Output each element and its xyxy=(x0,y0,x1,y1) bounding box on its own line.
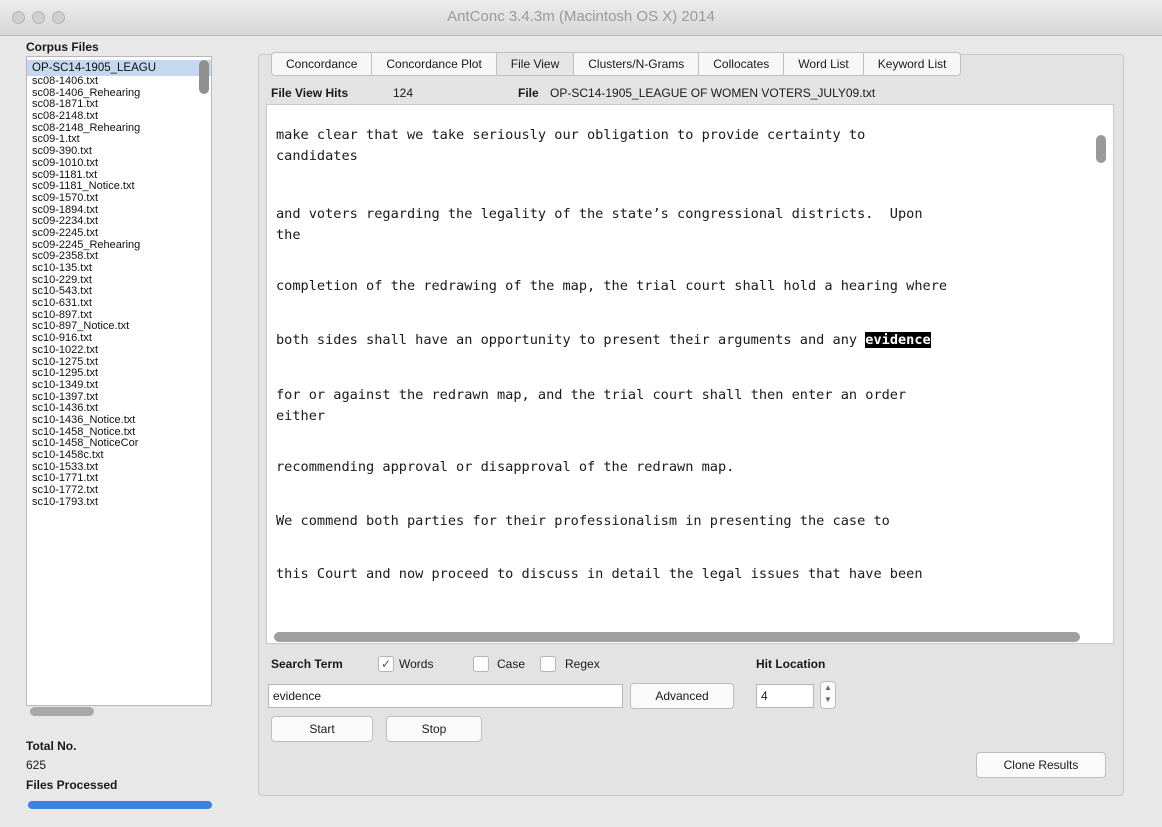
case-label: Case xyxy=(497,657,526,671)
file-list-item[interactable]: sc10-1772.txt xyxy=(27,485,211,497)
file-text-view[interactable]: make clear that we take seriously our ob… xyxy=(266,104,1114,644)
regex-checkbox[interactable] xyxy=(540,656,556,672)
file-list-item[interactable]: sc10-1436.txt xyxy=(27,403,211,415)
file-list-item[interactable]: sc10-1458c.txt xyxy=(27,450,211,462)
file-list-item[interactable]: sc10-897_Notice.txt xyxy=(27,321,211,333)
total-no-value: 625 xyxy=(26,758,47,772)
file-list-item[interactable]: sc09-1181_Notice.txt xyxy=(27,181,211,193)
text-line: for or against the redrawn map, and the … xyxy=(276,387,907,403)
title-bar: AntConc 3.4.3m (Macintosh OS X) 2014 xyxy=(0,0,1162,36)
file-list-item[interactable]: sc10-1436_Notice.txt xyxy=(27,415,211,427)
file-name-value: OP-SC14-1905_LEAGUE OF WOMEN VOTERS_JULY… xyxy=(550,86,876,100)
file-list-item[interactable]: sc10-1349.txt xyxy=(27,380,211,392)
file-list-item[interactable]: sc10-543.txt xyxy=(27,286,211,298)
file-list-item[interactable]: sc10-229.txt xyxy=(27,275,211,287)
file-list-item-selected[interactable]: OP-SC14-1905_LEAGU xyxy=(27,60,211,76)
file-list-item[interactable]: sc10-1458_NoticeCor xyxy=(27,438,211,450)
files-processed-progress-bar xyxy=(28,801,212,809)
search-term-label: Search Term xyxy=(271,657,343,671)
file-list-item[interactable]: sc10-1533.txt xyxy=(27,462,211,474)
file-list-item[interactable]: sc09-1894.txt xyxy=(27,205,211,217)
text-line: this Court and now proceed to discuss in… xyxy=(276,566,923,582)
file-view-hits-label: File View Hits xyxy=(271,86,349,100)
text-line: completion of the redrawing of the map, … xyxy=(276,278,948,294)
file-list-item[interactable]: sc10-135.txt xyxy=(27,263,211,275)
file-list-vertical-scrollbar[interactable] xyxy=(199,60,209,94)
file-list-item[interactable]: sc10-1397.txt xyxy=(27,392,211,404)
window-title: AntConc 3.4.3m (Macintosh OS X) 2014 xyxy=(447,8,715,25)
file-list-item[interactable]: sc09-2234.txt xyxy=(27,216,211,228)
total-no-label: Total No. xyxy=(26,739,77,753)
hit-location-input[interactable]: 4 xyxy=(756,684,814,708)
text-line: candidates xyxy=(276,148,358,164)
stepper-down-icon[interactable]: ▼ xyxy=(824,695,832,704)
case-checkbox[interactable] xyxy=(473,656,489,672)
file-list-item[interactable]: sc10-1458_Notice.txt xyxy=(27,427,211,439)
file-list-item[interactable]: sc10-1295.txt xyxy=(27,368,211,380)
file-list-item[interactable]: sc10-897.txt xyxy=(27,310,211,322)
tab-collocates[interactable]: Collocates xyxy=(699,52,785,76)
file-list-item[interactable]: sc09-1.txt xyxy=(27,134,211,146)
file-list-item[interactable]: sc09-2358.txt xyxy=(27,251,211,263)
words-label: Words xyxy=(399,657,434,671)
file-list-item[interactable]: sc08-2148.txt xyxy=(27,111,211,123)
file-list-item[interactable]: sc09-1181.txt xyxy=(27,170,211,182)
corpus-file-list[interactable]: OP-SC14-1905_LEAGU sc08-1406.txt sc08-1406… xyxy=(26,56,212,706)
file-list-item[interactable]: sc09-1570.txt xyxy=(27,193,211,205)
search-term-input[interactable]: evidence xyxy=(268,684,623,708)
file-list-horizontal-scrollbar[interactable] xyxy=(30,707,94,716)
file-list-item[interactable]: sc08-2148_Rehearing xyxy=(27,123,211,135)
file-list-item[interactable]: sc10-1022.txt xyxy=(27,345,211,357)
text-line: make clear that we take seriously our ob… xyxy=(276,127,866,143)
tab-file-view[interactable]: File View xyxy=(496,52,575,76)
words-checkbox[interactable]: ✓ xyxy=(378,656,394,672)
file-list-item[interactable]: sc08-1406.txt xyxy=(27,76,211,88)
file-list-item[interactable]: sc10-916.txt xyxy=(27,333,211,345)
hit-location-label: Hit Location xyxy=(756,657,826,671)
tool-tabs: Concordance Concordance Plot File View C… xyxy=(271,52,962,78)
files-processed-label: Files Processed xyxy=(26,778,118,792)
tab-clusters-ngrams[interactable]: Clusters/N-Grams xyxy=(574,52,700,76)
text-line-before-hit: both sides shall have an opportunity to … xyxy=(276,332,866,348)
text-view-horizontal-scrollbar[interactable] xyxy=(274,632,1080,642)
start-button[interactable]: Start xyxy=(271,716,373,742)
clone-results-button[interactable]: Clone Results xyxy=(976,752,1106,778)
file-list-item[interactable]: sc09-2245.txt xyxy=(27,228,211,240)
file-label: File xyxy=(518,86,539,100)
advanced-button[interactable]: Advanced xyxy=(630,683,734,709)
file-list-item[interactable]: sc08-1406_Rehearing xyxy=(27,88,211,100)
stop-button[interactable]: Stop xyxy=(386,716,482,742)
regex-label: Regex xyxy=(565,657,600,671)
text-line: either xyxy=(276,408,326,424)
tab-keyword-list[interactable]: Keyword List xyxy=(863,52,962,76)
file-list-item[interactable]: sc10-1771.txt xyxy=(27,473,211,485)
file-list-item[interactable]: sc10-631.txt xyxy=(27,298,211,310)
file-list-item[interactable]: sc10-1275.txt xyxy=(27,357,211,369)
text-line-with-hit: both sides shall have an opportunity to … xyxy=(276,330,931,351)
file-list-item[interactable]: sc08-1871.txt xyxy=(27,99,211,111)
text-line: We commend both parties for their profes… xyxy=(276,513,890,529)
corpus-files-label: Corpus Files xyxy=(26,40,99,54)
file-list-item[interactable]: sc10-1793.txt xyxy=(27,497,211,509)
file-view-hits-value: 124 xyxy=(393,86,414,100)
tab-word-list[interactable]: Word List xyxy=(784,52,864,76)
text-line: recommending approval or disapproval of … xyxy=(276,459,735,475)
file-list-item[interactable]: sc09-1010.txt xyxy=(27,158,211,170)
file-list-item[interactable]: sc09-390.txt xyxy=(27,146,211,158)
stepper-up-icon[interactable]: ▲ xyxy=(824,683,832,692)
tab-concordance-plot[interactable]: Concordance Plot xyxy=(372,52,497,76)
text-view-vertical-scrollbar[interactable] xyxy=(1096,135,1106,163)
text-line: and voters regarding the legality of the… xyxy=(276,206,923,222)
file-list-item[interactable]: sc09-2245_Rehearing xyxy=(27,240,211,252)
tab-concordance[interactable]: Concordance xyxy=(271,52,373,76)
text-line: the xyxy=(276,227,301,243)
hit-location-stepper[interactable]: ▲ ▼ xyxy=(820,681,836,709)
search-hit-highlight: evidence xyxy=(865,332,931,348)
